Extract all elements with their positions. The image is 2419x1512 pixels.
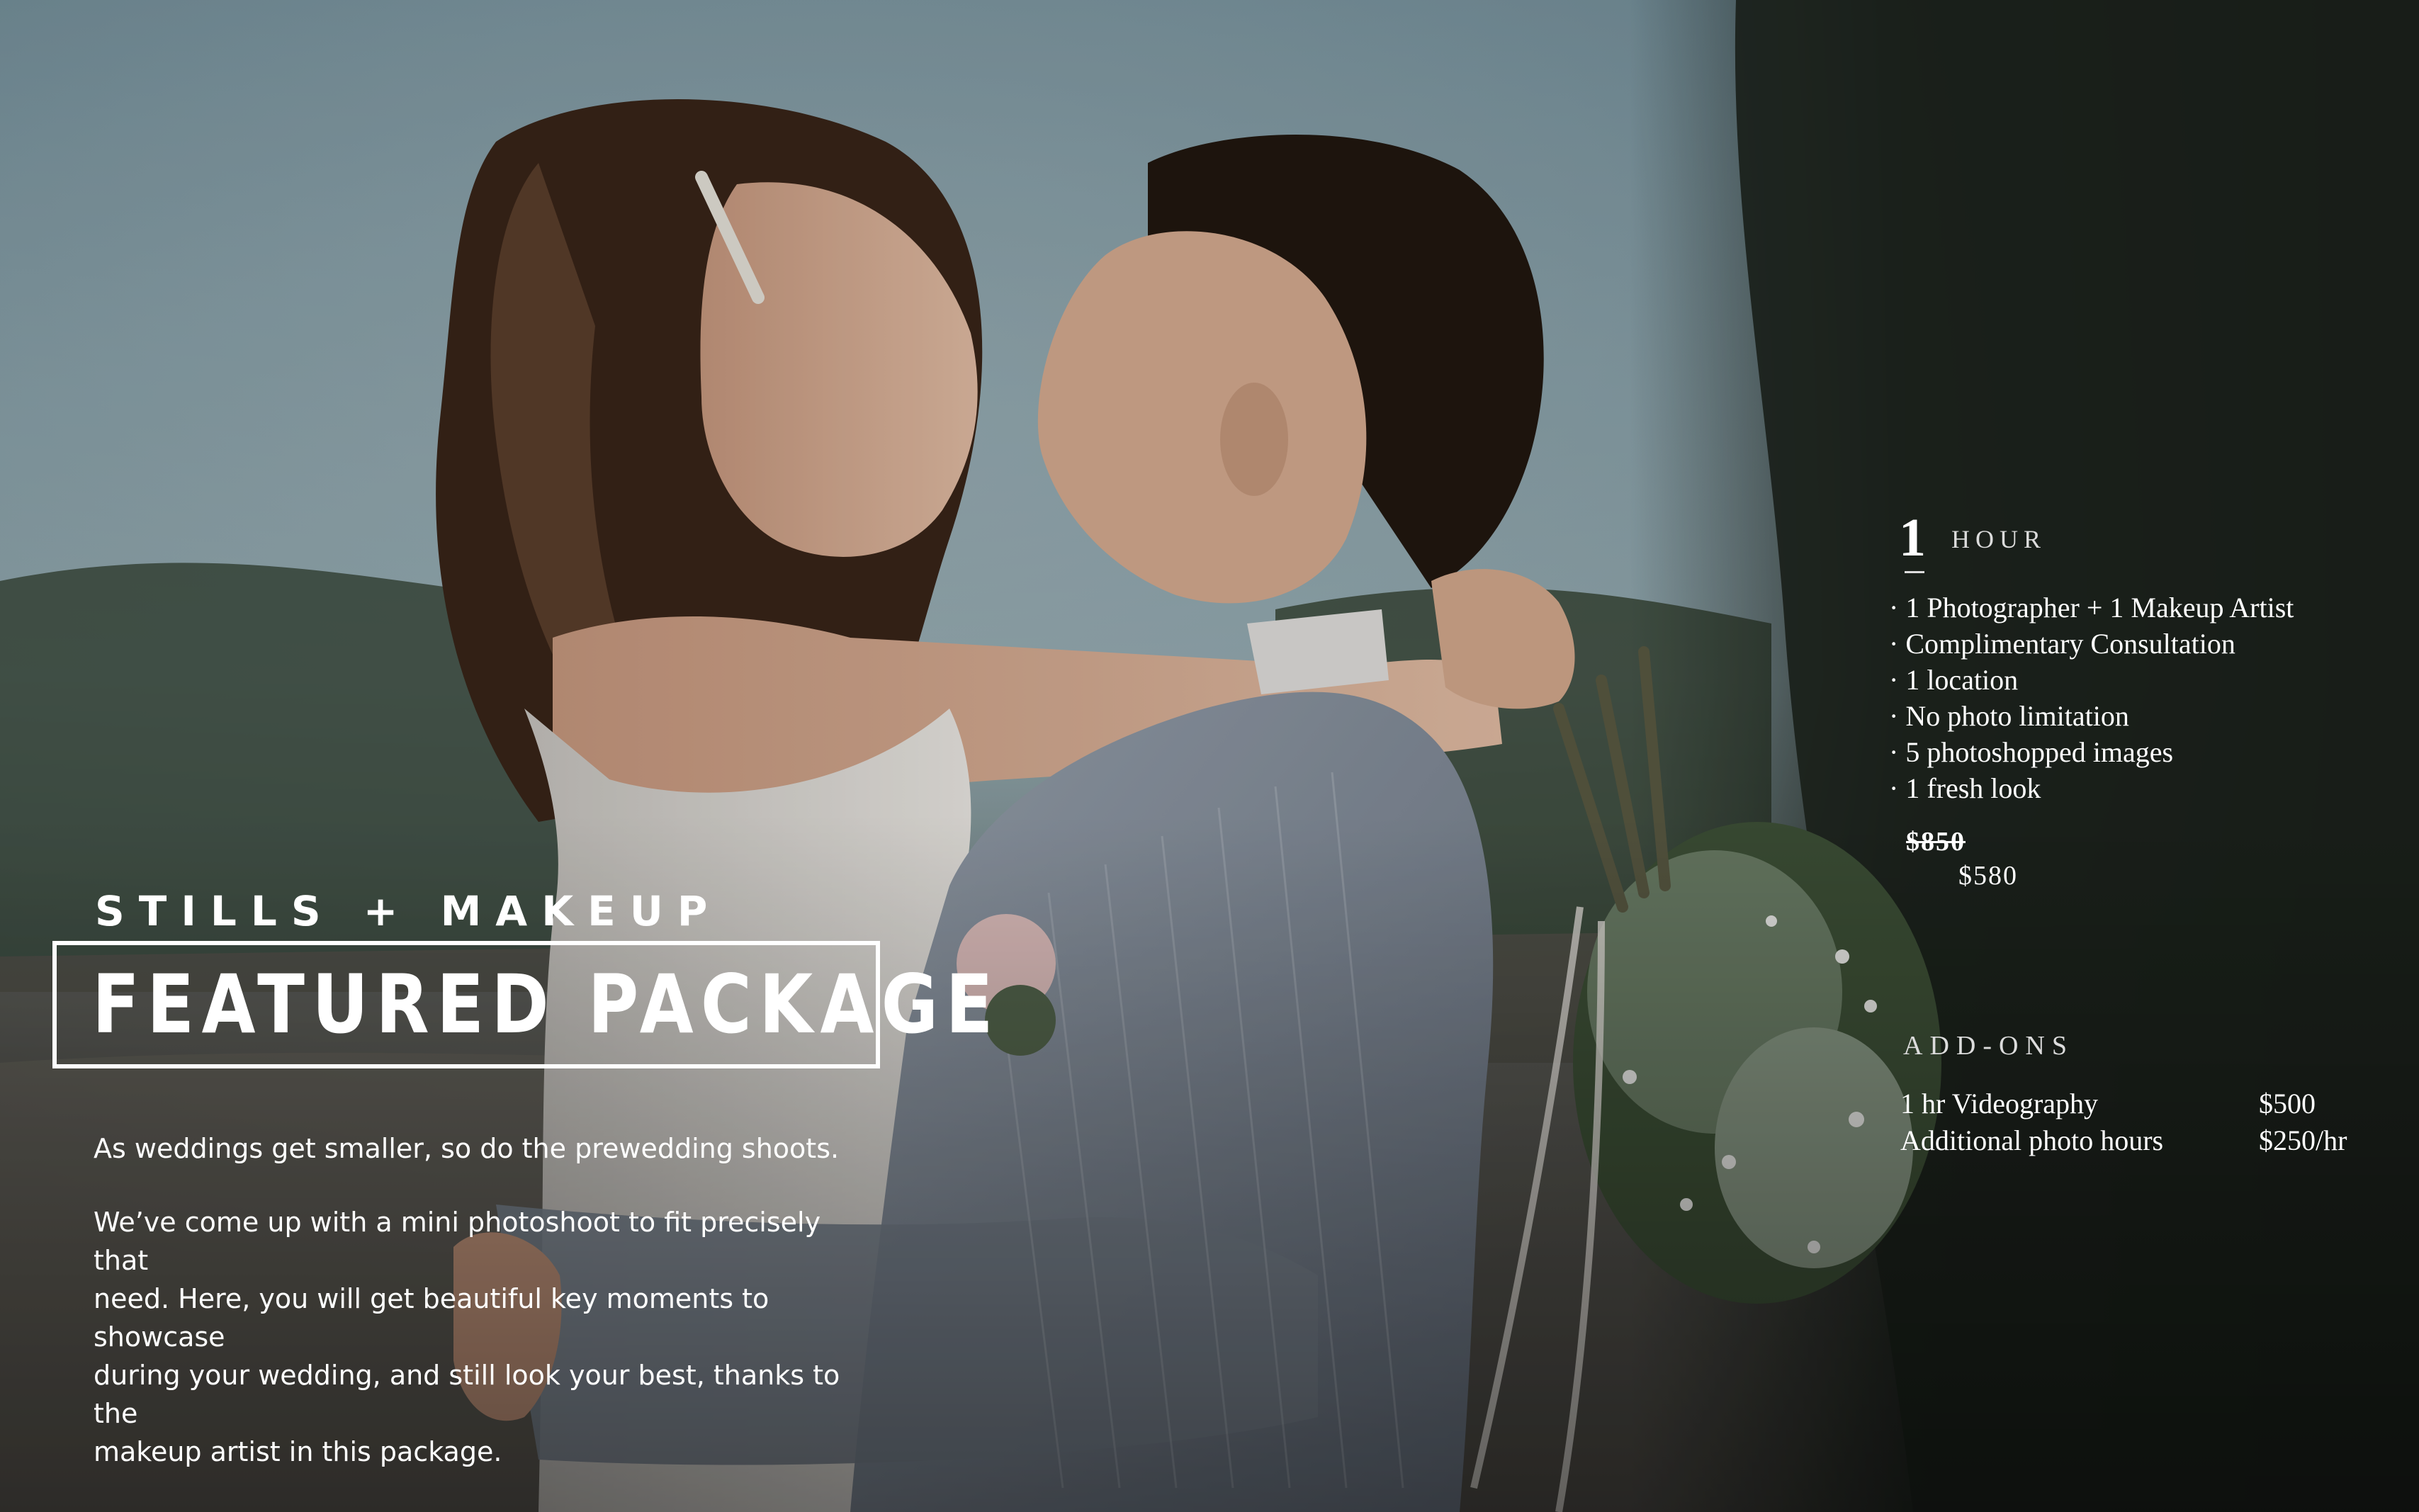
- package-subtitle: STILLS + MAKEUP: [95, 887, 722, 935]
- package-price: $580: [1958, 861, 2018, 891]
- intro-paragraph-1-text: As weddings get smaller, so do the prewe…: [94, 1133, 840, 1164]
- intro-paragraph-1: As weddings get smaller, so do the prewe…: [94, 1129, 930, 1168]
- intro-line: during your wedding, and still look your…: [94, 1360, 840, 1429]
- addon-price: $250/hr: [2259, 1124, 2347, 1156]
- intro-line: makeup artist in this package.: [94, 1436, 502, 1467]
- addon-price: $500: [2259, 1088, 2316, 1119]
- feature-item: · 5 photoshopped images: [1889, 736, 2174, 768]
- package-features-list: · 1 Photographer + 1 Makeup Artist · Com…: [1889, 589, 2294, 806]
- feature-item: · 1 fresh look: [1889, 772, 2041, 804]
- intro-line: need. Here, you will get beautiful key m…: [94, 1283, 769, 1353]
- feature-item: · Complimentary Consultation: [1889, 628, 2235, 660]
- duration-underline: [1905, 571, 1924, 573]
- addon-name: Additional photo hours: [1900, 1124, 2164, 1156]
- feature-item: · 1 Photographer + 1 Makeup Artist: [1889, 592, 2294, 624]
- page-title: FEATURED PACKAGE: [92, 957, 1000, 1051]
- original-price: $850: [1906, 827, 1966, 857]
- intro-line: We’ve come up with a mini photoshoot to …: [94, 1207, 821, 1276]
- addons-heading: ADD-ONS: [1903, 1031, 2074, 1061]
- duration-number: 1: [1899, 508, 1926, 568]
- duration-unit: HOUR: [1951, 525, 2047, 553]
- intro-paragraph-2: We’ve come up with a mini photoshoot to …: [94, 1203, 859, 1471]
- feature-item: · No photo limitation: [1889, 700, 2129, 732]
- addon-name: 1 hr Videography: [1900, 1088, 2099, 1119]
- feature-item: · 1 location: [1889, 664, 2019, 696]
